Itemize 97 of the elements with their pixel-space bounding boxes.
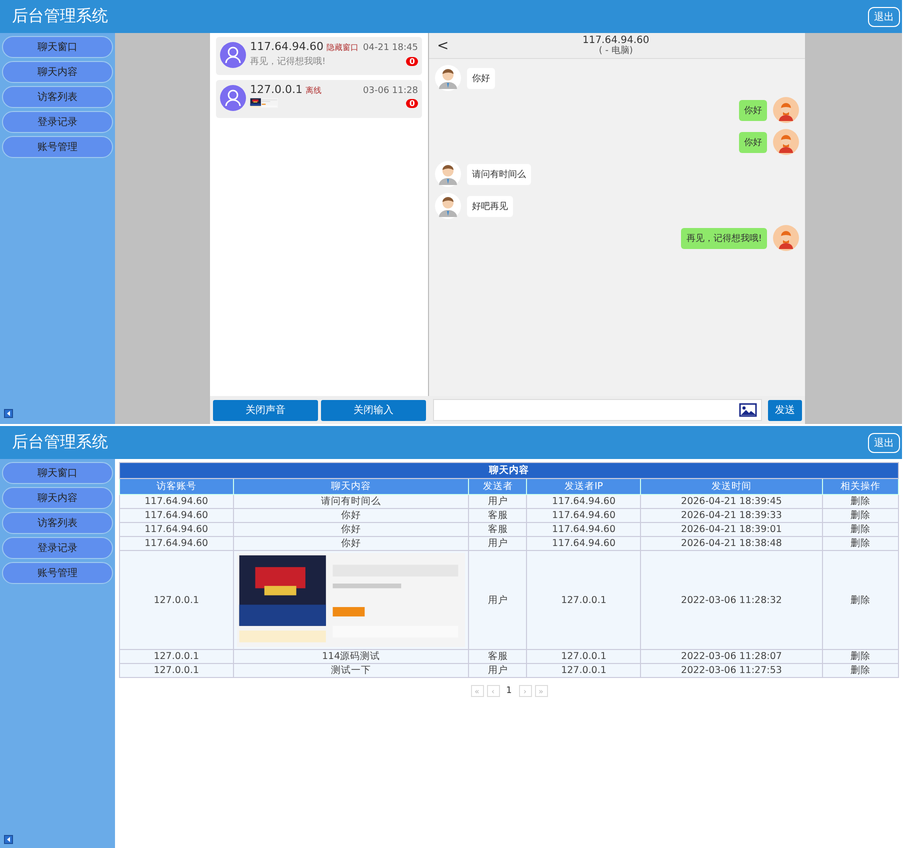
- status-tag: 离线: [305, 85, 322, 96]
- table-cell: 127.0.0.1: [120, 550, 234, 650]
- visitor-avatar-icon: [435, 65, 461, 91]
- contact-item[interactable]: 117.64.94.60 隐藏窗口 04-21 18:45 再见，记得想我哦! 0: [216, 37, 422, 75]
- column-header: 聊天内容: [233, 478, 469, 494]
- sidebar-item[interactable]: 访客列表: [2, 512, 113, 534]
- unread-badge: 0: [406, 98, 418, 108]
- message-bubble: 你好: [739, 100, 767, 120]
- contact-ip: 127.0.0.1: [250, 83, 302, 96]
- delete-link[interactable]: 删除: [822, 650, 898, 664]
- sidebar-item[interactable]: 聊天内容: [2, 61, 113, 83]
- status-tag: 隐藏窗口: [326, 42, 358, 53]
- table-cell: 2026-04-21 18:39:01: [640, 522, 822, 536]
- table-cell: 测试一下: [233, 664, 469, 678]
- table-cell: 127.0.0.1: [526, 550, 641, 650]
- delete-link[interactable]: 删除: [822, 536, 898, 550]
- contact-time: 03-06 11:28: [363, 86, 418, 96]
- sidebar-item[interactable]: 登录记录: [2, 537, 113, 559]
- table-cell: 2022-03-06 11:28:07: [640, 650, 822, 664]
- message-bubble: 好吧再见: [467, 196, 513, 216]
- table-cell: 117.64.94.60: [120, 508, 234, 522]
- contact-ip: 117.64.94.60: [250, 40, 324, 53]
- table-cell: 你好: [233, 522, 469, 536]
- logout-button[interactable]: 退出: [868, 432, 900, 452]
- sidebar-item[interactable]: 聊天内容: [2, 487, 113, 509]
- table-cell: 用户: [468, 536, 527, 550]
- table-cell: 2022-03-06 11:27:53: [640, 664, 822, 678]
- sidebar-item[interactable]: 账号管理: [2, 136, 113, 158]
- table-cell: 用户: [468, 664, 527, 678]
- table-cell: 117.64.94.60: [526, 508, 641, 522]
- toggle-button[interactable]: 关闭输入: [321, 400, 426, 420]
- column-header: 相关操作: [822, 478, 898, 494]
- chat-subtitle: ( - 电脑): [598, 46, 633, 56]
- table-cell: 客服: [468, 650, 527, 664]
- table-cell: 用户: [468, 550, 527, 650]
- table-cell: 117.64.94.60: [526, 536, 641, 550]
- delete-link[interactable]: 删除: [822, 664, 898, 678]
- table-cell: 2026-04-21 18:38:48: [640, 536, 822, 550]
- sidebar-item[interactable]: 访客列表: [2, 86, 113, 108]
- agent-avatar-icon: [773, 97, 799, 123]
- table-cell: 用户: [468, 494, 527, 508]
- table-cell: 请问有时间么: [233, 494, 469, 508]
- agent-avatar-icon: [773, 129, 799, 155]
- table-cell: 2026-04-21 18:39:33: [640, 508, 822, 522]
- unread-badge: 0: [406, 57, 418, 66]
- app-title: 后台管理系统: [12, 6, 108, 27]
- column-header: 访客账号: [120, 478, 234, 494]
- app-title: 后台管理系统: [12, 432, 108, 453]
- table-cell: 117.64.94.60: [120, 536, 234, 550]
- table-cell: 117.64.94.60: [526, 494, 641, 508]
- table-cell: 127.0.0.1: [120, 650, 234, 664]
- table-cell: 117.64.94.60: [120, 494, 234, 508]
- table-cell: 127.0.0.1: [526, 664, 641, 678]
- delete-link[interactable]: 删除: [822, 508, 898, 522]
- message-bubble: 再见，记得想我哦!: [681, 228, 767, 248]
- table-cell: 117.64.94.60: [120, 522, 234, 536]
- visitor-avatar-icon: [435, 161, 461, 187]
- delete-link[interactable]: 删除: [822, 522, 898, 536]
- delete-link[interactable]: 删除: [822, 494, 898, 508]
- table-cell: 客服: [468, 508, 527, 522]
- send-button[interactable]: 发送: [768, 400, 802, 420]
- table-title: 聊天内容: [120, 462, 898, 478]
- message-bubble: 你好: [739, 132, 767, 152]
- logout-button[interactable]: 退出: [868, 6, 900, 26]
- avatar-icon: [220, 42, 246, 68]
- contact-item[interactable]: 127.0.0.1 离线 03-06 11:28 0: [216, 80, 422, 118]
- table-cell: 你好: [233, 508, 469, 522]
- table-cell: 127.0.0.1: [526, 650, 641, 664]
- chat-title: 117.64.94.60: [582, 34, 650, 46]
- back-button[interactable]: <: [429, 38, 457, 54]
- message-preview: 再见，记得想我哦!: [250, 56, 326, 68]
- collapse-icon: [4, 835, 13, 844]
- sidebar-item[interactable]: 聊天窗口: [2, 36, 113, 58]
- contact-time: 04-21 18:45: [363, 43, 418, 53]
- delete-link[interactable]: 删除: [822, 550, 898, 650]
- table-cell: 客服: [468, 522, 527, 536]
- collapse-icon: [4, 409, 13, 418]
- sidebar-item[interactable]: 聊天窗口: [2, 462, 113, 484]
- table-cell: 2022-03-06 11:28:32: [640, 550, 822, 650]
- table-cell: 2026-04-21 18:39:45: [640, 494, 822, 508]
- message-bubble: 你好: [467, 68, 495, 88]
- sidebar-item[interactable]: 登录记录: [2, 111, 113, 133]
- visitor-avatar-icon: [435, 193, 461, 219]
- column-header: 发送时间: [640, 478, 822, 494]
- table-cell: 117.64.94.60: [526, 522, 641, 536]
- table-cell: 114源码测试: [233, 650, 469, 664]
- table-cell: 你好: [233, 536, 469, 550]
- agent-avatar-icon: [773, 225, 799, 251]
- message-input[interactable]: [433, 399, 762, 421]
- sidebar-item[interactable]: 账号管理: [2, 562, 113, 584]
- message-bubble: 请问有时间么: [467, 164, 531, 184]
- column-header: 发送者IP: [526, 478, 641, 494]
- avatar-icon: [220, 85, 246, 111]
- column-header: 发送者: [468, 478, 527, 494]
- table-cell: 127.0.0.1: [120, 664, 234, 678]
- image-icon: [739, 403, 757, 417]
- toggle-button[interactable]: 关闭声音: [213, 400, 318, 420]
